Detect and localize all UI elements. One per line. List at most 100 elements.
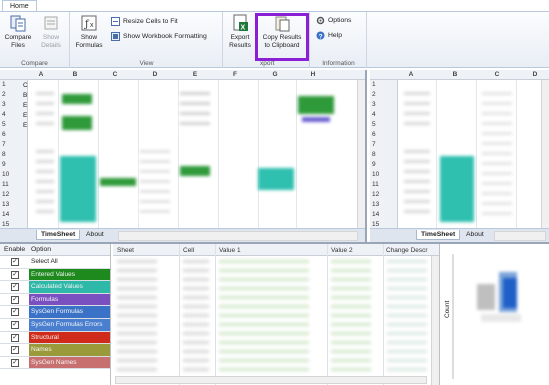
row-header: 1 bbox=[372, 81, 376, 88]
blurred-cells bbox=[404, 92, 430, 132]
blurred-cells bbox=[404, 150, 430, 220]
options-label: Options bbox=[328, 17, 352, 24]
blurred-rows bbox=[183, 260, 209, 372]
row-header: 11 bbox=[372, 181, 379, 188]
changed-cell bbox=[62, 116, 92, 130]
column-header: G bbox=[272, 71, 278, 78]
option-row[interactable]: ✓ Names bbox=[0, 344, 110, 357]
row-header: 6 bbox=[2, 131, 6, 138]
row-header: 11 bbox=[2, 181, 9, 188]
row-header: 2 bbox=[372, 91, 376, 98]
option-row[interactable]: ✓ SysGen Names bbox=[0, 356, 110, 370]
column-header: F bbox=[233, 71, 237, 78]
column-header: H bbox=[310, 71, 316, 78]
column-header: C bbox=[112, 71, 118, 78]
option-checkbox[interactable]: ✓ bbox=[11, 295, 19, 304]
results-col-sheet: Sheet bbox=[117, 247, 134, 254]
option-checkbox[interactable]: ✓ bbox=[11, 270, 19, 279]
show-workbook-formatting-button[interactable]: Show Workbook Formatting bbox=[111, 32, 207, 41]
row-header: 3 bbox=[2, 101, 6, 108]
chart-y-label: Count bbox=[444, 300, 451, 318]
option-checkbox[interactable]: ✓ bbox=[11, 308, 19, 317]
options-button[interactable]: Options bbox=[316, 16, 351, 25]
row-header: 5 bbox=[2, 121, 6, 128]
row-prefixes: C B E E E bbox=[23, 81, 28, 131]
option-row[interactable]: ✓ Calculated Values bbox=[0, 281, 110, 294]
row-header: 8 bbox=[2, 151, 6, 158]
sheet-tab-about[interactable]: About bbox=[82, 230, 108, 239]
show-details-label: Show Details bbox=[41, 34, 61, 49]
sheet-tab-about[interactable]: About bbox=[462, 230, 488, 239]
options-panel: Enable Option ✓ Select All ✓ Entered Values… bbox=[0, 244, 111, 385]
option-row[interactable]: ✓ Select All bbox=[0, 256, 110, 269]
blurred-cells bbox=[36, 150, 54, 220]
option-row[interactable]: ✓ Entered Values bbox=[0, 268, 110, 282]
compare-files-button[interactable]: Compare Files bbox=[3, 14, 33, 50]
results-vertical-scrollbar[interactable] bbox=[431, 256, 439, 385]
option-row[interactable]: ✓ Structural bbox=[0, 331, 110, 345]
results-col-value1: Value 1 bbox=[219, 247, 241, 254]
right-vertical-scrollbar[interactable] bbox=[541, 80, 549, 228]
results-header: Sheet Cell Value 1 Value 2 Change Descr bbox=[113, 244, 439, 256]
sheet-tab-timesheet[interactable]: TimeSheet bbox=[36, 230, 81, 240]
blurred-cells bbox=[482, 92, 512, 220]
row-header: 2 bbox=[2, 91, 6, 98]
row-header: 6 bbox=[372, 131, 376, 138]
option-checkbox[interactable]: ✓ bbox=[11, 346, 19, 355]
row-header: 12 bbox=[2, 191, 10, 198]
option-checkbox[interactable]: ✓ bbox=[11, 358, 19, 367]
show-details-button[interactable]: Show Details bbox=[37, 14, 65, 50]
row-header: 8 bbox=[372, 151, 376, 158]
blurred-cells bbox=[36, 92, 54, 132]
group-view-label: View bbox=[139, 60, 154, 67]
chart-bars bbox=[477, 272, 521, 322]
changed-cell bbox=[60, 156, 96, 222]
results-horizontal-scrollbar[interactable] bbox=[115, 376, 427, 384]
group-view: ƒx Show Formulas Resize Cells to Fit Sho… bbox=[71, 12, 223, 68]
help-button[interactable]: ? Help bbox=[316, 31, 342, 40]
row-header: 13 bbox=[372, 201, 380, 208]
option-checkbox[interactable]: ✓ bbox=[11, 333, 19, 342]
gridline bbox=[98, 80, 99, 228]
option-checkbox[interactable]: ✓ bbox=[11, 258, 19, 266]
gridline bbox=[218, 80, 219, 228]
right-horizontal-scrollbar[interactable] bbox=[494, 231, 546, 241]
gridline bbox=[296, 80, 297, 228]
option-row[interactable]: ✓ SysGen Formulas bbox=[0, 306, 110, 319]
blurred-rows bbox=[117, 260, 157, 372]
gridline bbox=[516, 80, 517, 228]
option-label: SysGen Formulas bbox=[29, 306, 110, 318]
group-information: Options ? Help Information bbox=[311, 12, 367, 68]
option-checkbox[interactable]: ✓ bbox=[11, 320, 19, 329]
cell-text: C bbox=[23, 82, 28, 89]
option-row[interactable]: ✓ SysGen Formulas Errors bbox=[0, 318, 110, 332]
right-spreadsheet[interactable]: A B C D 1 2 3 4 5 6 7 8 9 10 11 12 13 14… bbox=[370, 70, 549, 242]
left-vertical-scrollbar[interactable] bbox=[357, 80, 365, 228]
export-results-button[interactable]: X Export Results bbox=[226, 14, 254, 50]
resize-cells-label: Resize Cells to Fit bbox=[123, 18, 178, 25]
row-header: 14 bbox=[2, 211, 10, 218]
gridline bbox=[383, 244, 384, 385]
option-row[interactable]: ✓ Formulas bbox=[0, 293, 110, 307]
column-header: D bbox=[532, 71, 538, 78]
left-horizontal-scrollbar[interactable] bbox=[118, 231, 358, 241]
blurred-rows bbox=[331, 260, 371, 372]
show-formulas-button[interactable]: ƒx Show Formulas bbox=[73, 14, 105, 50]
row-header: 9 bbox=[2, 161, 6, 168]
summary-chart: Count bbox=[441, 244, 549, 385]
results-grid[interactable]: Sheet Cell Value 1 Value 2 Change Descr bbox=[113, 244, 440, 385]
resize-cells-button[interactable]: Resize Cells to Fit bbox=[111, 17, 178, 26]
compare-files-label: Compare Files bbox=[4, 34, 32, 49]
row-header: 4 bbox=[2, 111, 6, 118]
group-export-label: xport bbox=[260, 60, 275, 67]
left-spreadsheet[interactable]: A B C D E F G H 1 2 3 4 5 6 7 8 9 10 11 … bbox=[0, 70, 367, 242]
export-results-label: Export Results bbox=[229, 34, 251, 49]
show-workbook-formatting-label: Show Workbook Formatting bbox=[123, 33, 207, 40]
column-header: C bbox=[494, 71, 500, 78]
column-header: B bbox=[72, 71, 78, 78]
option-checkbox[interactable]: ✓ bbox=[11, 283, 19, 292]
sheet-tab-timesheet[interactable]: TimeSheet bbox=[416, 230, 461, 240]
row-header: 9 bbox=[372, 161, 376, 168]
group-compare-label: Compare bbox=[21, 60, 48, 67]
results-col-change: Change Descr bbox=[386, 247, 428, 254]
